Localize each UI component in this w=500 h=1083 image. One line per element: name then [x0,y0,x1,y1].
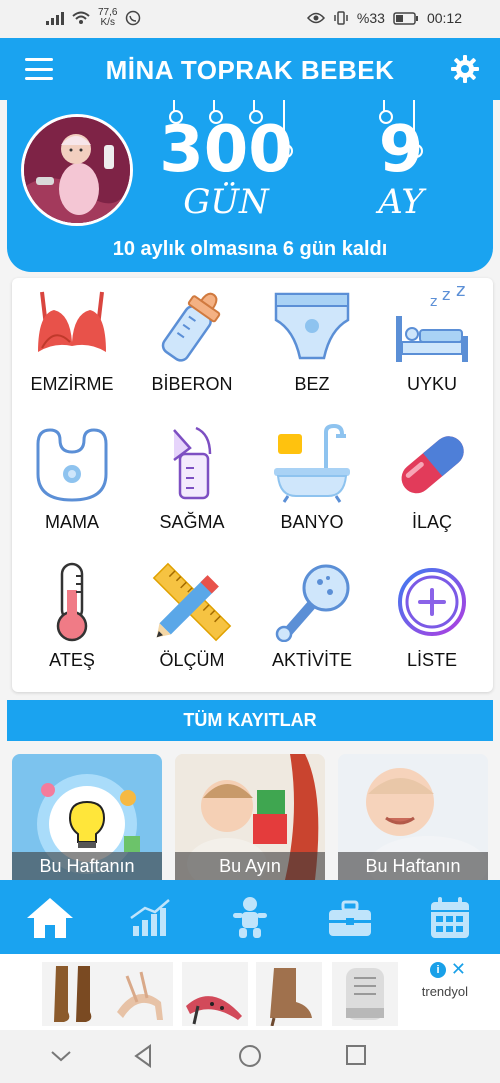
recent-apps-square-icon[interactable] [345,1044,367,1066]
ad-brand: trendyol [421,984,468,999]
activity-aktivite[interactable]: AKTİVİTE [252,558,372,696]
vibrate-icon [334,11,348,25]
ad-product-heels[interactable] [182,962,248,1026]
page-title: MİNA TOPRAK BEBEK [105,55,395,85]
battery-icon [393,11,418,25]
status-bar: 77,6 K/s %33 00:12 [0,0,500,38]
baby-icon[interactable] [225,896,275,940]
summary-cards: Bu Haftanın Bu Ayın Bu Haftanın [0,754,500,880]
ad-banner[interactable]: i ✕ trendyol [0,954,500,1030]
clock: 00:12 [426,10,462,26]
bra-icon [38,291,106,352]
activity-sagma[interactable]: SAĞMA [132,420,252,558]
gear-icon[interactable] [450,54,480,84]
days-value: 300 [159,113,293,187]
activity-bez[interactable]: BEZ [252,282,372,420]
eye-icon [306,12,325,24]
signal-icon [46,11,64,25]
net-speed: 77,6 K/s [98,7,118,28]
breast-pump-icon [173,426,212,500]
ad-product-sandals[interactable] [107,962,173,1026]
back-triangle-icon[interactable] [132,1044,154,1068]
home-icon[interactable] [25,896,75,940]
rattle-icon [275,564,350,642]
battery-percent: %33 [356,10,385,26]
ad-product-booties[interactable] [256,962,322,1027]
bib-icon [36,428,108,502]
activity-ilac[interactable]: İLAÇ [372,420,492,558]
ruler-pencil-icon [152,562,232,642]
ad-product-boots[interactable] [42,962,108,1026]
sleep-bed-icon: z z z [396,286,468,362]
app-bar: MİNA TOPRAK BEBEK [0,38,500,100]
card-caption: Bu Haftanın [338,852,488,880]
months-counter: 9 AY [361,118,441,222]
activity-banyo[interactable]: BANYO [252,420,372,558]
remaining-days-text: 10 aylık olmasına 6 gün kaldı [112,238,388,260]
card-caption: Bu Ayın [175,852,325,880]
svg-text:z: z [456,286,465,301]
activity-ates[interactable]: ATEŞ [12,558,132,696]
plus-circle-icon [398,568,466,636]
avatar[interactable] [21,114,133,226]
days-counter: 300 GÜN [151,118,301,222]
baby-bottle-icon [161,292,221,362]
svg-text:z: z [442,286,450,304]
card-caption: Bu Haftanın [12,852,162,880]
bottom-navigation [0,880,500,954]
ad-product-sneakers[interactable] [332,962,398,1026]
baby-age-header: 300 GÜN 9 AY 10 aylık olmasına 6 gün kal… [7,100,493,272]
activity-mama[interactable]: MAMA [12,420,132,558]
months-value: 9 [378,113,424,187]
home-circle-icon[interactable] [238,1044,262,1068]
pill-capsule-icon [401,436,464,494]
whatsapp-icon [126,10,141,26]
chart-icon[interactable] [125,896,175,940]
activity-grid: EMZİRME BİBERON BEZ z z z UYKU MAMA SAĞM… [12,278,493,692]
summary-card-week-2[interactable]: Bu Haftanın [338,754,488,880]
summary-card-week[interactable]: Bu Haftanın [12,754,162,880]
calendar-icon[interactable] [425,896,475,940]
activity-biberon[interactable]: BİBERON [132,282,252,420]
svg-text:z: z [430,294,437,310]
system-navigation-bar [0,1030,500,1083]
bathtub-icon [274,424,350,503]
toolbox-icon[interactable] [325,896,375,940]
diaper-icon [274,292,350,360]
close-icon[interactable]: ✕ [451,959,466,980]
days-label: GÜN [183,182,269,222]
months-label: AY [378,182,424,222]
activity-olcum[interactable]: ÖLÇÜM [132,558,252,696]
chevron-down-icon[interactable] [50,1050,72,1062]
activity-liste[interactable]: LİSTE [372,558,492,696]
info-icon[interactable]: i [430,962,446,978]
all-records-button[interactable]: TÜM KAYITLAR [7,700,493,741]
summary-card-month[interactable]: Bu Ayın [175,754,325,880]
activity-uyku[interactable]: z z z UYKU [372,282,492,420]
wifi-icon [72,11,90,24]
thermometer-icon [56,562,88,642]
activity-emzirme[interactable]: EMZİRME [12,282,132,420]
